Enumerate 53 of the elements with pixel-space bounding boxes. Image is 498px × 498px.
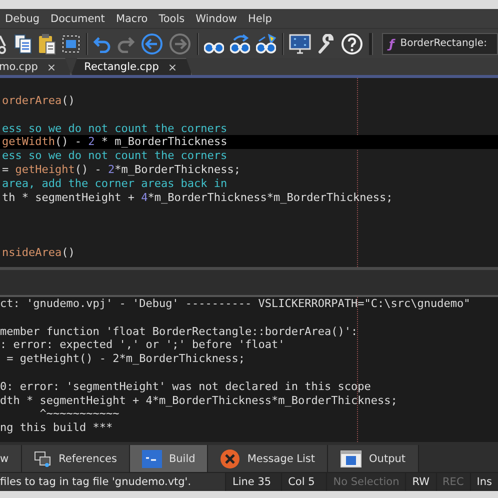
copy-icon[interactable] [14, 34, 32, 54]
output-line: dth * segmentHeight + 4*m_BorderThickness*m_BorderThickness; [0, 394, 398, 408]
back-icon[interactable] [141, 32, 163, 54]
file-tab[interactable]: Rectangle.cpp × [71, 58, 192, 75]
panel-tab[interactable]: Build [130, 445, 208, 472]
menu-item[interactable]: Debug [5, 12, 40, 24]
panel-tab[interactable]: References [22, 445, 130, 472]
output-line: ct: 'gnudemo.vpj' - 'Debug' ---------- VSLICKERRORPATH="C:\src\gnudemo" [0, 297, 472, 311]
select-all-icon[interactable] [62, 34, 80, 52]
undo-icon[interactable] [93, 34, 111, 52]
code-line: = getHeight() - 2*m_BorderThickness; [1, 162, 242, 177]
binoculars-star-icon[interactable] [256, 34, 276, 54]
terminal-icon [142, 450, 162, 468]
status-text: files to tag in tag file 'gnudemo.vtg'. [0, 473, 226, 491]
status-text: REC [436, 473, 470, 491]
error-icon [220, 448, 240, 468]
panel-tab[interactable]: Message List [208, 445, 328, 472]
scissors-icon[interactable] [0, 34, 6, 54]
output-line: ng this build *** [0, 421, 114, 435]
help-icon[interactable] [341, 32, 363, 54]
menu-item[interactable]: Macro [116, 12, 148, 24]
binoculars-arrow-icon[interactable] [230, 34, 250, 54]
redo-icon[interactable] [117, 34, 135, 52]
code-line: ess so we do not count the corners [1, 149, 228, 163]
window-icon [340, 450, 362, 468]
windows-icon [34, 450, 52, 466]
menu-item[interactable]: Window [196, 12, 237, 24]
output-line: = getHeight() - 2*m_BorderThickness; [6, 352, 246, 366]
status-text: Ins [470, 473, 498, 491]
output-line: 0: error: 'segmentHeight' was not declared in this scope [0, 380, 372, 394]
code-line: area, add the corner areas back in [1, 176, 228, 191]
output-line: ^~~~~~~~~~~~ [38, 407, 120, 422]
code-line: nsideArea() [1, 246, 76, 260]
paste-icon[interactable] [38, 32, 56, 54]
panel-tab[interactable]: Output [328, 445, 419, 472]
wrench-icon[interactable] [317, 34, 335, 54]
status-text: RW [405, 473, 436, 491]
forward-icon[interactable] [169, 32, 191, 54]
status-text: Line 35 [225, 473, 282, 491]
output-line: member function 'float BorderRectangle::borderArea()': [0, 324, 359, 338]
code-line: ess so we do not count the corners [1, 122, 228, 136]
status-text: No Selection [326, 473, 406, 491]
code-line: orderArea() [1, 94, 76, 108]
code-line: th * segmentHeight + 4*m_BorderThickness*m_BorderThickness; [1, 190, 394, 204]
menu-item[interactable]: Help [248, 12, 272, 24]
menu-item[interactable]: Document [50, 12, 105, 24]
output-line: : error: expected ',' or ';' before 'float' [0, 338, 286, 352]
menu-item[interactable]: Tools [158, 12, 185, 24]
monitor-icon[interactable] [289, 34, 311, 54]
panel-tab[interactable]: w [0, 445, 22, 472]
status-text: Col 5 [281, 473, 326, 491]
file-tab[interactable]: mo.cpp × [0, 58, 72, 75]
symbol-dropdown[interactable]: ƒ BorderRectangle: [382, 32, 498, 54]
